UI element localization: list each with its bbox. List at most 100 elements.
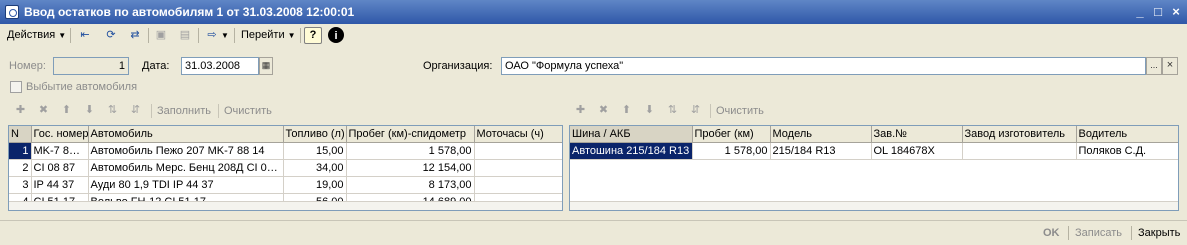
main-toolbar: Действия ▼ ⇤ ⟳ ⇄ ▣ ▤ ⇨ ▼ Перейти ▼ ? i	[0, 24, 1187, 46]
column-header-driver[interactable]: Водитель	[1076, 126, 1178, 143]
select-organization-button[interactable]: ...	[1146, 57, 1162, 75]
column-header-hours[interactable]: Моточасы (ч)	[474, 126, 562, 143]
cell-mileage[interactable]: 8 173,00	[346, 176, 475, 194]
minimize-button[interactable]: _	[1132, 4, 1148, 20]
date-field[interactable]: 31.03.2008	[181, 57, 259, 75]
window-app-icon[interactable]	[5, 5, 19, 19]
disposal-checkbox[interactable]	[10, 81, 22, 93]
actions-menu-label: Действия	[7, 29, 56, 41]
column-header-serial[interactable]: Зав.№	[871, 126, 963, 143]
fill-button[interactable]: Заполнить	[157, 103, 211, 119]
column-header-plate[interactable]: Гос. номер	[31, 126, 89, 143]
save-button[interactable]: Записать	[1075, 225, 1122, 241]
number-label: Номер:	[9, 60, 46, 72]
info-icon[interactable]: i	[328, 27, 344, 43]
move-back-icon[interactable]: ⇤	[76, 27, 94, 44]
move-down-icon[interactable]: ⬇	[641, 102, 658, 119]
cell-hours[interactable]	[474, 176, 562, 194]
cell-mileage[interactable]: 1 578,00	[692, 142, 771, 160]
refresh-icon[interactable]: ⟳	[102, 27, 120, 44]
number-field[interactable]: 1	[53, 57, 129, 75]
cell-fuel[interactable]: 15,00	[283, 142, 347, 160]
add-row-icon[interactable]: ✚	[12, 102, 29, 119]
column-header-model[interactable]: Модель	[770, 126, 872, 143]
add-row-icon[interactable]: ✚	[572, 102, 589, 119]
close-button[interactable]: Закрыть	[1138, 225, 1180, 241]
cell-n[interactable]: 1	[9, 142, 32, 160]
column-header-fuel[interactable]: Топливо (л)	[283, 126, 347, 143]
table-row[interactable]: 3 IP 44 37 Ауди 80 1,9 TDI IP 44 37 19,0…	[9, 176, 562, 194]
move-up-icon[interactable]: ⬆	[58, 102, 75, 119]
toolbar-separator	[70, 28, 71, 43]
cell-model[interactable]: 215/184 R13	[770, 142, 872, 160]
title-bar: Ввод остатков по автомобилям 1 от 31.03.…	[0, 0, 1187, 24]
post-document-icon[interactable]: ⇄	[126, 27, 144, 44]
structure-icon[interactable]: ▤	[176, 27, 194, 44]
cell-serial[interactable]: OL 184678X	[871, 142, 963, 160]
toolbar-separator	[198, 28, 199, 43]
actions-menu[interactable]: Действия ▼	[4, 27, 69, 44]
clear-organization-button[interactable]: ×	[1162, 57, 1178, 75]
date-label: Дата:	[142, 60, 170, 72]
cell-item[interactable]: Автошина 215/184 R13	[570, 142, 693, 160]
sort-desc-icon[interactable]: ⇵	[687, 102, 704, 119]
organization-field[interactable]: ОАО "Формула успеха"	[501, 57, 1146, 75]
cell-fuel[interactable]: 19,00	[283, 176, 347, 194]
footer-separator	[1131, 226, 1132, 240]
clear-left-button[interactable]: Очистить	[224, 103, 272, 119]
cell-n[interactable]: 2	[9, 159, 32, 177]
cars-table: N Гос. номер Автомобиль Топливо (л) Проб…	[8, 125, 563, 211]
delete-row-icon[interactable]: ✖	[595, 102, 612, 119]
print-icon[interactable]: ▣	[152, 27, 170, 44]
tires-table: Шина / АКБ Пробег (км) Модель Зав.№ Заво…	[569, 125, 1179, 211]
cell-maker[interactable]	[962, 142, 1077, 160]
maximize-button[interactable]: □	[1150, 4, 1166, 20]
sort-asc-icon[interactable]: ⇅	[104, 102, 121, 119]
chevron-down-icon[interactable]: ▼	[220, 27, 230, 44]
cell-hours[interactable]	[474, 159, 562, 177]
footer-separator	[1068, 226, 1069, 240]
cell-plate[interactable]: CI 08 87	[31, 159, 89, 177]
move-down-icon[interactable]: ⬇	[81, 102, 98, 119]
sort-asc-icon[interactable]: ⇅	[664, 102, 681, 119]
column-header-n[interactable]: N	[9, 126, 32, 143]
toolbar-separator	[151, 104, 152, 118]
cell-plate[interactable]: MK-7 88 ...	[31, 142, 89, 160]
cell-hours[interactable]	[474, 142, 562, 160]
goto-menu-label: Перейти	[241, 29, 285, 41]
window-title: Ввод остатков по автомобилям 1 от 31.03.…	[24, 5, 355, 19]
horizontal-scrollbar[interactable]	[570, 201, 1178, 210]
delete-row-icon[interactable]: ✖	[35, 102, 52, 119]
cell-mileage[interactable]: 1 578,00	[346, 142, 475, 160]
clear-right-button[interactable]: Очистить	[716, 103, 764, 119]
create-based-on-icon[interactable]: ⇨	[203, 27, 221, 44]
column-header-mileage[interactable]: Пробег (км)	[692, 126, 771, 143]
cell-car[interactable]: Ауди 80 1,9 TDI IP 44 37	[88, 176, 284, 194]
ok-button[interactable]: OK	[1043, 225, 1060, 241]
cell-fuel[interactable]: 34,00	[283, 159, 347, 177]
help-icon[interactable]: ?	[304, 27, 322, 44]
toolbar-separator	[710, 104, 711, 118]
cell-plate[interactable]: IP 44 37	[31, 176, 89, 194]
move-up-icon[interactable]: ⬆	[618, 102, 635, 119]
goto-menu[interactable]: Перейти ▼	[238, 27, 299, 44]
column-header-item[interactable]: Шина / АКБ	[570, 126, 693, 143]
column-header-car[interactable]: Автомобиль	[88, 126, 284, 143]
cell-n[interactable]: 3	[9, 176, 32, 194]
column-header-mileage[interactable]: Пробег (км)-спидометр	[346, 126, 475, 143]
cell-mileage[interactable]: 12 154,00	[346, 159, 475, 177]
cell-driver[interactable]: Поляков С.Д.	[1076, 142, 1178, 160]
table-row[interactable]: Автошина 215/184 R13 1 578,00 215/184 R1…	[570, 142, 1178, 160]
cell-car[interactable]: Автомобиль Пежо 207 MK-7 88 14	[88, 142, 284, 160]
horizontal-scrollbar[interactable]	[9, 201, 562, 210]
table-row[interactable]: 2 CI 08 87 Автомобиль Мерс. Бенц 208Д CI…	[9, 159, 562, 177]
table-row[interactable]: 1 MK-7 88 ... Автомобиль Пежо 207 MK-7 8…	[9, 142, 562, 160]
sort-desc-icon[interactable]: ⇵	[127, 102, 144, 119]
toolbar-separator	[300, 28, 301, 43]
organization-label: Организация:	[423, 60, 493, 72]
cell-car[interactable]: Автомобиль Мерс. Бенц 208Д CI 08...	[88, 159, 284, 177]
column-header-maker[interactable]: Завод изготовитель	[962, 126, 1077, 143]
close-window-button[interactable]: ×	[1168, 4, 1184, 20]
toolbar-separator	[218, 104, 219, 118]
calendar-icon[interactable]: ▦	[259, 57, 273, 75]
